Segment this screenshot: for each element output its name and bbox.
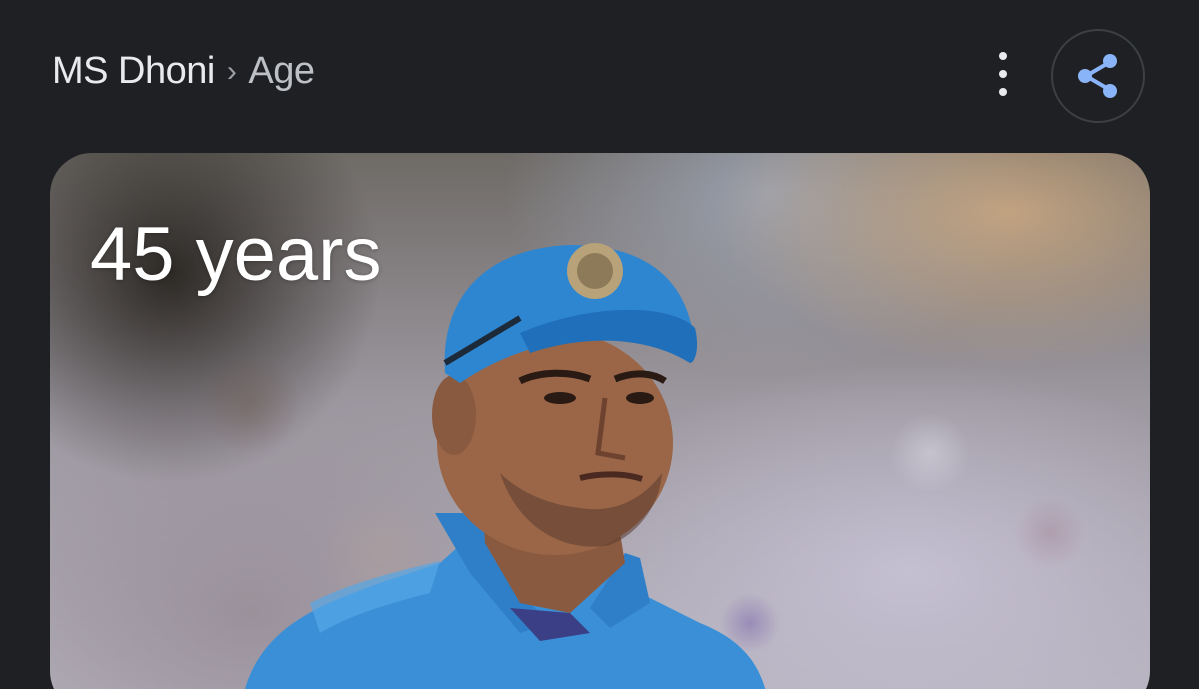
age-answer: 45 years (90, 212, 382, 297)
breadcrumb: MS Dhoni › Age (52, 50, 315, 93)
share-icon (1078, 54, 1117, 98)
breadcrumb-entity[interactable]: MS Dhoni (52, 50, 215, 93)
more-options-button[interactable] (988, 52, 1018, 96)
breadcrumb-separator-icon: › (226, 54, 237, 88)
more-vert-icon (999, 52, 1007, 60)
more-vert-icon-dot (999, 88, 1007, 96)
header: MS Dhoni › Age (0, 0, 1199, 150)
page: MS Dhoni › Age 45 years (0, 0, 1199, 689)
share-button[interactable] (1051, 29, 1145, 123)
breadcrumb-attribute: Age (248, 50, 315, 92)
more-vert-icon-dot (999, 70, 1007, 78)
answer-card[interactable]: 45 years (50, 153, 1150, 689)
